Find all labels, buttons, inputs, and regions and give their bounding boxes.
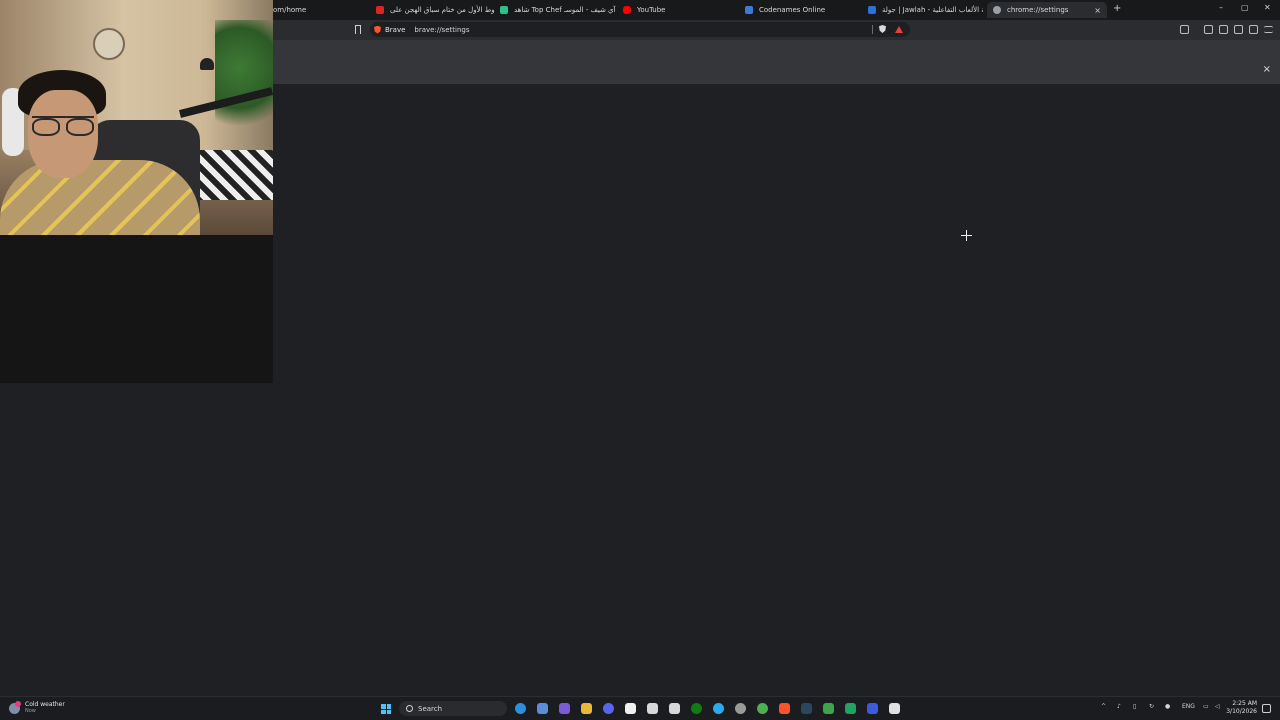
brave-chip-label: Brave (385, 25, 406, 34)
app-icon[interactable] (889, 703, 900, 714)
app-icon[interactable] (669, 703, 680, 714)
leo-ai-icon[interactable] (1234, 25, 1243, 34)
weather-widget[interactable]: Cold weather Now (9, 700, 65, 715)
settings-header-band: × (273, 40, 1280, 84)
taskbar: Cold weather Now Search ^ ♪ ▯ ↻ ● ENG ▭ … (0, 696, 1280, 720)
vpn-icon[interactable] (1249, 25, 1258, 34)
url-text[interactable]: brave://settings (414, 26, 469, 34)
tab-codenames[interactable]: Codenames Online (745, 2, 860, 18)
clock-time: 2:25 AM (1232, 700, 1257, 707)
maximize-button[interactable]: ▢ (1241, 3, 1249, 12)
language-indicator[interactable]: ENG (1182, 703, 1195, 710)
new-tab-button[interactable]: + (1113, 3, 1121, 14)
youtube-favicon-icon (623, 6, 631, 14)
codenames-favicon-icon (745, 6, 753, 14)
tray-battery-icon[interactable]: ▯ (1133, 703, 1136, 710)
wallet-icon[interactable] (1219, 25, 1228, 34)
taskbar-search[interactable]: Search (399, 701, 507, 716)
close-window-button[interactable]: ✕ (1264, 3, 1271, 12)
notification-icon[interactable] (1262, 704, 1271, 713)
omnibox-divider (872, 25, 873, 34)
network-icon[interactable]: ▭ (1203, 703, 1209, 710)
overlay-panel (0, 235, 273, 383)
tab-jawlah[interactable]: جولة | Jawlah - منصة الألعاب التفاعلية (868, 2, 983, 18)
minimize-button[interactable]: – (1219, 3, 1223, 12)
tab-title: Codenames Online (759, 6, 826, 14)
weather-subtitle: Now (25, 708, 36, 714)
weather-text: Cold weather Now (25, 701, 65, 715)
app-icon[interactable] (845, 703, 856, 714)
file-explorer-icon[interactable] (581, 703, 592, 714)
crosshair-cursor-icon (961, 230, 972, 241)
tab-close-icon[interactable]: × (1094, 6, 1101, 15)
brave-chip: Brave (370, 25, 406, 34)
streamer-shirt (0, 160, 200, 235)
glasses (32, 116, 94, 136)
xbox-icon[interactable] (691, 703, 702, 714)
bookmark-icon[interactable] (355, 25, 361, 34)
tab-title: chrome://settings (1007, 6, 1069, 14)
tab-title: جولة | Jawlah - منصة الألعاب التفاعلية (882, 6, 983, 14)
steam-icon[interactable] (801, 703, 812, 714)
address-bar[interactable]: Brave brave://settings (370, 22, 910, 37)
webcam-overlay (0, 0, 273, 235)
brave-icon[interactable] (779, 703, 790, 714)
tab-camel-race[interactable]: الشوط الأول من ختام سباق الهجن على... (376, 2, 494, 18)
plant (215, 20, 273, 140)
app-icon[interactable] (625, 703, 636, 714)
tab-title: YouTube (637, 6, 666, 14)
weather-title: Cold weather (25, 701, 65, 708)
tab-title: شاهد Top Chef سش آي شيف - الموسـ... (514, 6, 618, 14)
app-icon[interactable] (867, 703, 878, 714)
tray-audio-icon[interactable]: ♪ (1117, 703, 1121, 710)
telegram-icon[interactable] (713, 703, 724, 714)
tab-settings[interactable]: chrome://settings × (987, 2, 1107, 18)
start-button[interactable] (381, 704, 391, 714)
search-label: Search (418, 704, 443, 713)
volume-icon[interactable]: ◁ (1215, 703, 1220, 710)
app-icon[interactable] (823, 703, 834, 714)
checkered-shelf (195, 150, 273, 200)
app-icon[interactable] (559, 703, 570, 714)
menu-icon[interactable] (1264, 26, 1273, 33)
tab-top-chef[interactable]: شاهد Top Chef سش آي شيف - الموسـ... (500, 2, 618, 18)
app-icon[interactable] (647, 703, 658, 714)
clock[interactable]: 2:25 AM 3/10/2026 (1226, 700, 1257, 716)
brave-shields-icon[interactable] (879, 25, 886, 33)
brave-logo-icon (374, 25, 381, 34)
windows-logo-icon (381, 704, 386, 709)
tray-sync-icon[interactable]: ↻ (1149, 703, 1154, 710)
wall-plate (93, 28, 125, 60)
tab-title: الشوط الأول من ختام سباق الهجن على... (390, 6, 494, 14)
settings-favicon-icon (993, 6, 1001, 14)
tab-home[interactable]: om/home (273, 2, 333, 18)
sidebar-toggle-icon[interactable] (1204, 25, 1213, 34)
tray-mic-icon[interactable]: ● (1165, 703, 1170, 710)
shahid-favicon-icon (500, 6, 508, 14)
close-icon[interactable]: × (1263, 64, 1271, 75)
clock-date: 3/10/2026 (1226, 708, 1257, 715)
app-icon[interactable] (537, 703, 548, 714)
tray-chevron-icon[interactable]: ^ (1101, 703, 1106, 710)
screen: om/home الشوط الأول من ختام سباق الهجن ع… (0, 0, 1280, 720)
chrome-icon[interactable] (757, 703, 768, 714)
jawlah-favicon-icon (868, 6, 876, 14)
reader-mode-icon[interactable] (1180, 25, 1189, 34)
search-icon (406, 705, 413, 712)
brave-rewards-icon[interactable] (895, 26, 903, 33)
edge-icon[interactable] (515, 703, 526, 714)
youtube-favicon-icon (376, 6, 384, 14)
github-icon[interactable] (735, 703, 746, 714)
tab-title: om/home (273, 6, 307, 14)
weather-icon (9, 700, 21, 714)
discord-icon[interactable] (603, 703, 614, 714)
desk-lamp (200, 58, 214, 70)
tab-youtube[interactable]: YouTube (623, 2, 733, 18)
